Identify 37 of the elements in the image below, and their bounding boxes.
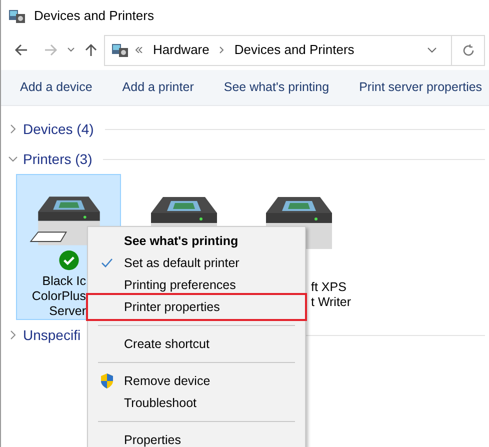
overflow-icon	[135, 47, 143, 53]
menu-item[interactable]: Create shortcut	[86, 333, 307, 355]
devices-icon	[8, 8, 26, 24]
shield-icon	[100, 373, 114, 389]
check-icon	[101, 258, 113, 268]
command-button[interactable]: See what's printing	[224, 78, 330, 97]
back-icon[interactable]	[14, 43, 28, 57]
command-button[interactable]: Print server properties	[359, 78, 482, 97]
printer-name: ColorPlus	[32, 289, 86, 304]
dropdown-icon[interactable]	[427, 47, 437, 53]
address-bar[interactable]: Hardware Devices and Printers	[104, 34, 452, 66]
breadcrumb[interactable]: Devices and Printers	[234, 40, 354, 60]
printer-name: Black Ic	[42, 274, 86, 289]
printer-name: ft XPS	[311, 280, 346, 295]
refresh-icon	[462, 44, 474, 56]
refresh-button[interactable]	[452, 34, 485, 66]
devices-icon	[111, 42, 129, 58]
dropdown-icon[interactable]	[67, 47, 75, 53]
chevron-icon	[219, 46, 224, 54]
group-header[interactable]: Unspecifi	[23, 324, 81, 346]
printer-name: Server	[49, 304, 86, 319]
window-title: Devices and Printers	[34, 7, 154, 26]
printer-name: t Writer	[311, 295, 352, 310]
command-button[interactable]: Add a device	[20, 78, 92, 97]
expand-icon[interactable]	[8, 124, 18, 134]
group-header[interactable]: Devices (4)	[23, 118, 94, 140]
command-button[interactable]: Add a printer	[122, 78, 194, 97]
expand-icon[interactable]	[8, 330, 18, 340]
collapse-icon[interactable]	[8, 154, 18, 164]
default-check-icon	[58, 250, 80, 271]
menu-item[interactable]: Properties	[86, 429, 307, 447]
group-header[interactable]: Printers (3)	[23, 148, 92, 170]
menu-item[interactable]: Printer properties	[86, 293, 307, 321]
breadcrumb[interactable]: Hardware	[153, 40, 210, 60]
up-icon[interactable]	[84, 43, 98, 57]
menu-item[interactable]: Troubleshoot	[86, 392, 307, 414]
menu-item[interactable]: Remove device	[86, 370, 307, 392]
